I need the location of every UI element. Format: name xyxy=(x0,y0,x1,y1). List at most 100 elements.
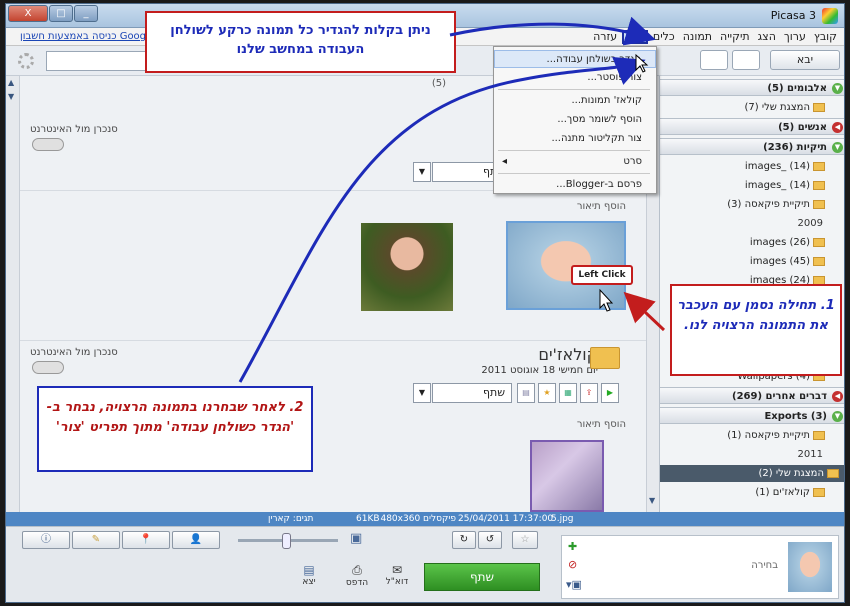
add-caption[interactable]: הוסף תיאור xyxy=(577,419,626,430)
create-menu-item-label: הגדר כשולחן עבודה... xyxy=(546,54,641,65)
maximize-button[interactable]: □ xyxy=(49,5,73,22)
library-folder-item[interactable]: תיקיית פיקאסה (1) xyxy=(660,427,844,444)
library-item-label: images (26) xyxy=(749,237,810,248)
sync-label: סנכרן מול האינטרנט xyxy=(30,124,118,135)
library-folder-item[interactable]: המצגת שלי (7) xyxy=(660,99,844,116)
share-dropdown-arrow[interactable]: ▼ xyxy=(413,162,431,182)
print-button[interactable]: ⎙ הדפס xyxy=(336,563,378,588)
folder-icon xyxy=(813,180,825,190)
create-menu-item-2[interactable]: קולאז' תמונות... xyxy=(494,92,656,110)
save-icon[interactable]: ▤ xyxy=(517,383,535,403)
library-item-label: 2011 xyxy=(797,449,823,460)
create-menu-item-6[interactable]: פרסם ב-Blogger... xyxy=(494,176,656,194)
location-pin-icon[interactable]: 📍 xyxy=(122,531,170,549)
collage-thumbnail[interactable] xyxy=(530,440,604,512)
left-scrollbar[interactable]: ▲ ▼ xyxy=(6,76,20,512)
google-sign-in-link[interactable]: כניסה באמצעות חשבון Google xyxy=(20,31,155,42)
close-button[interactable]: X xyxy=(8,5,48,22)
star-icon[interactable]: ★ xyxy=(538,383,556,403)
tray-add-icon[interactable]: ▾▣ xyxy=(566,578,582,591)
share-dropdown[interactable]: שתף xyxy=(432,383,512,403)
sync-toggle[interactable] xyxy=(32,138,64,151)
tree-view-icon[interactable] xyxy=(700,50,728,70)
library-folder-item[interactable]: images (45) xyxy=(660,253,844,270)
info-icon[interactable]: ⓘ xyxy=(22,531,70,549)
collapse-icon[interactable]: ◀ xyxy=(832,391,843,402)
create-menu-item-0[interactable]: הגדר כשולחן עבודה... xyxy=(494,50,656,68)
tray-thumbnail[interactable] xyxy=(788,542,832,592)
library-folder-item[interactable]: images_ (14) xyxy=(660,158,844,175)
library-folder-item[interactable]: תיקיית פיקאסה (3) xyxy=(660,196,844,213)
export-button[interactable]: ▤ יצא xyxy=(288,563,330,587)
expand-icon[interactable]: ▼ xyxy=(832,411,843,422)
share-button[interactable]: שתף xyxy=(424,563,540,591)
expand-icon[interactable]: ▼ xyxy=(832,142,843,153)
menu-item-2[interactable]: הצג xyxy=(755,30,779,44)
create-menu-item-label: פרסם ב-Blogger... xyxy=(556,179,642,190)
rotate-left-icon[interactable]: ↺ xyxy=(478,531,502,549)
create-menu-item-label: צור פוסטר... xyxy=(587,72,642,83)
sync-toggle[interactable] xyxy=(32,361,64,374)
minimize-button[interactable]: _ xyxy=(74,5,98,22)
share-dropdown-arrow[interactable]: ▼ xyxy=(413,383,431,403)
collage-icon[interactable]: ▦ xyxy=(559,383,577,403)
create-menu-item-1[interactable]: צור פוסטר... xyxy=(494,69,656,87)
menu-item-0[interactable]: קובץ xyxy=(811,30,840,44)
status-filename: 5.jpg xyxy=(551,514,574,524)
library-item-label: תיקיית פיקאסה (3) xyxy=(727,199,810,210)
sync-label: סנכרן מול האינטרנט xyxy=(30,347,118,358)
library-section-header[interactable]: ▼ אלבומים (5) xyxy=(660,79,844,96)
photo-thumbnail-baby-garden[interactable] xyxy=(361,223,453,311)
list-view-icon[interactable] xyxy=(732,50,760,70)
library-section-header[interactable]: ◀ דברים אחרים (269) xyxy=(660,387,844,404)
submenu-arrow-icon: ◂ xyxy=(502,156,508,167)
library-folder-item[interactable]: images (26) xyxy=(660,234,844,251)
library-folder-item[interactable]: המצגת שלי (2) xyxy=(660,465,844,482)
folder-icon xyxy=(813,256,825,266)
tray-clear-icon[interactable]: ⊘ xyxy=(568,558,577,571)
menu-item-4[interactable]: תמונה xyxy=(680,30,715,44)
folder-icon xyxy=(813,161,825,171)
library-section-header[interactable]: ▼ Exports (3) xyxy=(660,407,844,424)
upload-icon[interactable]: ⇪ xyxy=(580,383,598,403)
add-caption[interactable]: הוסף תיאור xyxy=(577,201,626,212)
tray-hold-icon[interactable]: ✚ xyxy=(568,540,577,553)
collapse-icon[interactable]: ◀ xyxy=(832,122,843,133)
menu-item-3[interactable]: תיקייה xyxy=(717,30,753,44)
caption-icon[interactable]: ✎ xyxy=(72,531,120,549)
picasa-logo-icon xyxy=(822,8,838,24)
printer-icon: ⎙ xyxy=(352,563,362,577)
create-menu-item-5[interactable]: סרט ◂ xyxy=(494,153,656,171)
folder-icon xyxy=(590,347,620,369)
library-item-label: המצגת שלי (7) xyxy=(744,102,811,113)
zoom-slider-thumb[interactable] xyxy=(282,533,291,549)
create-menu-item-4[interactable]: צור תקליטור מתנה... xyxy=(494,130,656,148)
zoom-photo-icon: ▣ xyxy=(350,531,363,546)
library-section-header[interactable]: ▼ תיקיות (236) xyxy=(660,138,844,155)
status-tags: תגים: קארין xyxy=(268,514,314,524)
rotate-right-icon[interactable]: ↻ xyxy=(452,531,476,549)
menu-item-1[interactable]: ערוך xyxy=(781,30,809,44)
create-menu-item-label: סרט xyxy=(623,156,642,167)
email-button[interactable]: ✉ דוא"ל xyxy=(376,563,418,587)
menu-separator xyxy=(498,173,650,174)
menu-separator xyxy=(498,150,650,151)
expand-icon[interactable]: ▼ xyxy=(832,83,843,94)
envelope-icon: ✉ xyxy=(391,563,403,577)
menu-item-6[interactable]: צור xyxy=(622,30,648,44)
library-folder-item[interactable]: images_ (14) xyxy=(660,177,844,194)
star-rating-icon[interactable]: ☆ xyxy=(512,531,538,549)
folder-icon xyxy=(813,102,825,112)
library-section-header[interactable]: ◀ אנשים (5) xyxy=(660,118,844,135)
import-button[interactable]: יבא xyxy=(770,50,840,70)
person-icon[interactable]: 👤 xyxy=(172,531,220,549)
left-click-label: Left Click xyxy=(571,265,633,285)
menu-item-5[interactable]: כלים xyxy=(650,30,678,44)
menu-item-7[interactable]: עזרה xyxy=(590,30,620,44)
create-menu-item-3[interactable]: הוסף לשומר מסך... xyxy=(494,111,656,129)
create-menu-dropdown: הגדר כשולחן עבודה... צור פוסטר... קולאז' ת… xyxy=(493,46,657,194)
menu-separator xyxy=(498,89,650,90)
play-slideshow-icon[interactable]: ▶ xyxy=(601,383,619,403)
window-title: Picasa 3 xyxy=(770,9,816,22)
library-folder-item[interactable]: קולאז'ים (1) xyxy=(660,484,844,501)
